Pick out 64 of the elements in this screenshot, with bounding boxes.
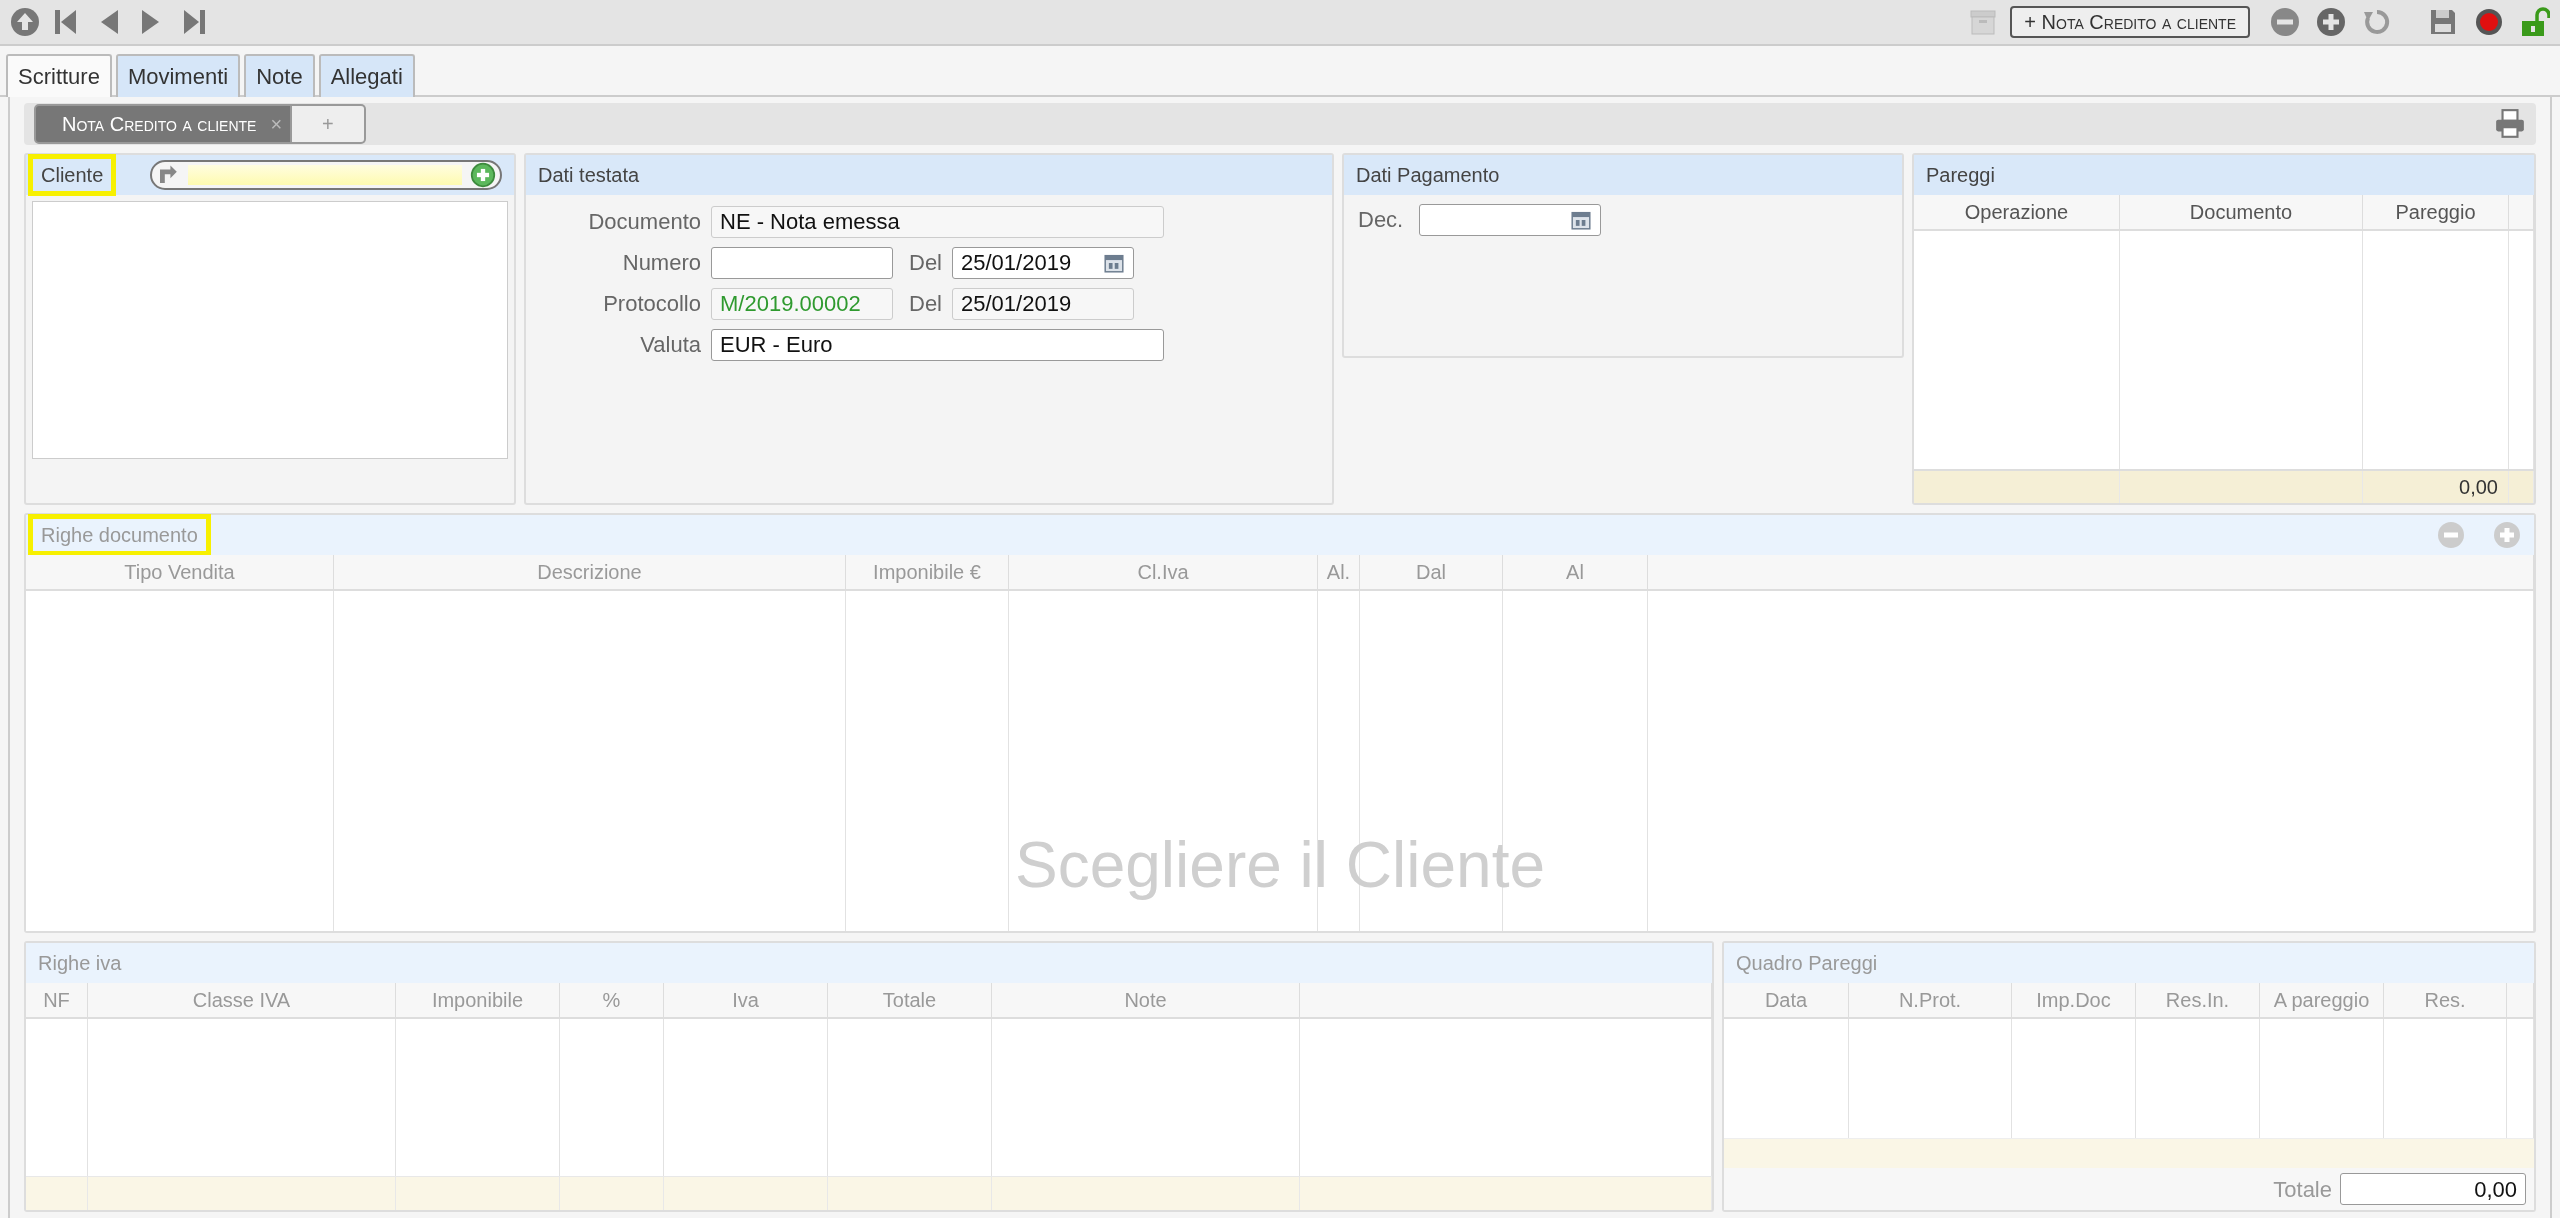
- column-header[interactable]: A pareggio: [2260, 983, 2384, 1017]
- tab[interactable]: Allegati: [318, 54, 415, 97]
- field-label: Valuta: [639, 331, 701, 359]
- column-header[interactable]: Iva: [664, 983, 828, 1017]
- column-header[interactable]: Pareggio: [2363, 195, 2509, 229]
- column-header[interactable]: Imponibile €: [846, 555, 1009, 589]
- column-header[interactable]: Al: [1503, 555, 1648, 589]
- field-label: Del: [909, 290, 942, 318]
- column-header[interactable]: Operazione: [1914, 195, 2120, 229]
- tab[interactable]: Note: [244, 54, 315, 97]
- column-header[interactable]: NF: [26, 983, 88, 1017]
- field-label: Documento: [587, 208, 701, 236]
- record-icon[interactable]: [2474, 7, 2504, 37]
- total-label: Totale: [2273, 1175, 2332, 1204]
- client-search-field[interactable]: [150, 160, 502, 190]
- column-header[interactable]: Tipo Vendita: [26, 555, 334, 589]
- column-header[interactable]: Totale: [828, 983, 992, 1017]
- tab[interactable]: Scritture: [6, 54, 112, 97]
- new-credit-note-button[interactable]: + Nota Credito a cliente: [2010, 6, 2250, 38]
- column-header[interactable]: Descrizione: [334, 555, 846, 589]
- save-icon[interactable]: [2428, 7, 2458, 37]
- total-value: 0,00: [2363, 471, 2509, 503]
- column-header[interactable]: Dal: [1360, 555, 1503, 589]
- upload-icon[interactable]: [10, 7, 40, 37]
- remove-icon[interactable]: [2270, 7, 2300, 37]
- column-header[interactable]: Note: [992, 983, 1300, 1017]
- column-header[interactable]: Documento: [2120, 195, 2363, 229]
- document-tab[interactable]: +: [292, 104, 366, 144]
- column-header[interactable]: Cl.Iva: [1009, 555, 1318, 589]
- input-field[interactable]: [711, 246, 893, 279]
- panel-title: Dati Pagamento: [1344, 155, 1902, 195]
- panel-title: Cliente: [28, 154, 117, 196]
- field-label: Del: [909, 249, 942, 277]
- close-icon[interactable]: ×: [270, 109, 283, 139]
- column-header[interactable]: %: [560, 983, 664, 1017]
- panel-title: Quadro Pareggi: [1724, 943, 2534, 983]
- field-label: Protocollo: [602, 290, 701, 318]
- add-icon[interactable]: [470, 162, 496, 188]
- column-header[interactable]: Al.: [1318, 555, 1360, 589]
- column-header[interactable]: N.Prot.: [1849, 983, 2012, 1017]
- panel-title: Righe iva: [26, 943, 1712, 983]
- total-field[interactable]: 0,00: [2340, 1173, 2526, 1205]
- column-header[interactable]: Imp.Doc: [2012, 983, 2136, 1017]
- column-header[interactable]: Res.In.: [2136, 983, 2260, 1017]
- field-label: Numero: [621, 249, 701, 277]
- input-field[interactable]: NE - Nota emessa: [711, 205, 1164, 238]
- input-field[interactable]: 25/01/2019: [952, 287, 1134, 320]
- document-tab[interactable]: Nota Credito a cliente ×: [34, 104, 293, 144]
- column-header[interactable]: Classe IVA: [88, 983, 396, 1017]
- add-icon[interactable]: [2316, 7, 2346, 37]
- input-field[interactable]: EUR - Euro: [711, 328, 1164, 361]
- date-field[interactable]: 25/01/2019: [952, 246, 1134, 279]
- refresh-icon[interactable]: [2362, 7, 2392, 37]
- input-field[interactable]: M/2019.00002: [711, 287, 893, 320]
- unlock-icon[interactable]: [2520, 7, 2550, 37]
- panel-title: Pareggi: [1914, 155, 2534, 195]
- printer-icon[interactable]: [2494, 108, 2526, 140]
- panel-title: Dati testata: [526, 155, 1332, 195]
- column-header[interactable]: Res.: [2384, 983, 2507, 1017]
- field-label: Dec.: [1358, 206, 1404, 234]
- tab[interactable]: Movimenti: [115, 54, 241, 97]
- column-header[interactable]: Imponibile: [396, 983, 560, 1017]
- column-header[interactable]: Data: [1724, 983, 1849, 1017]
- date-field[interactable]: [1419, 203, 1602, 236]
